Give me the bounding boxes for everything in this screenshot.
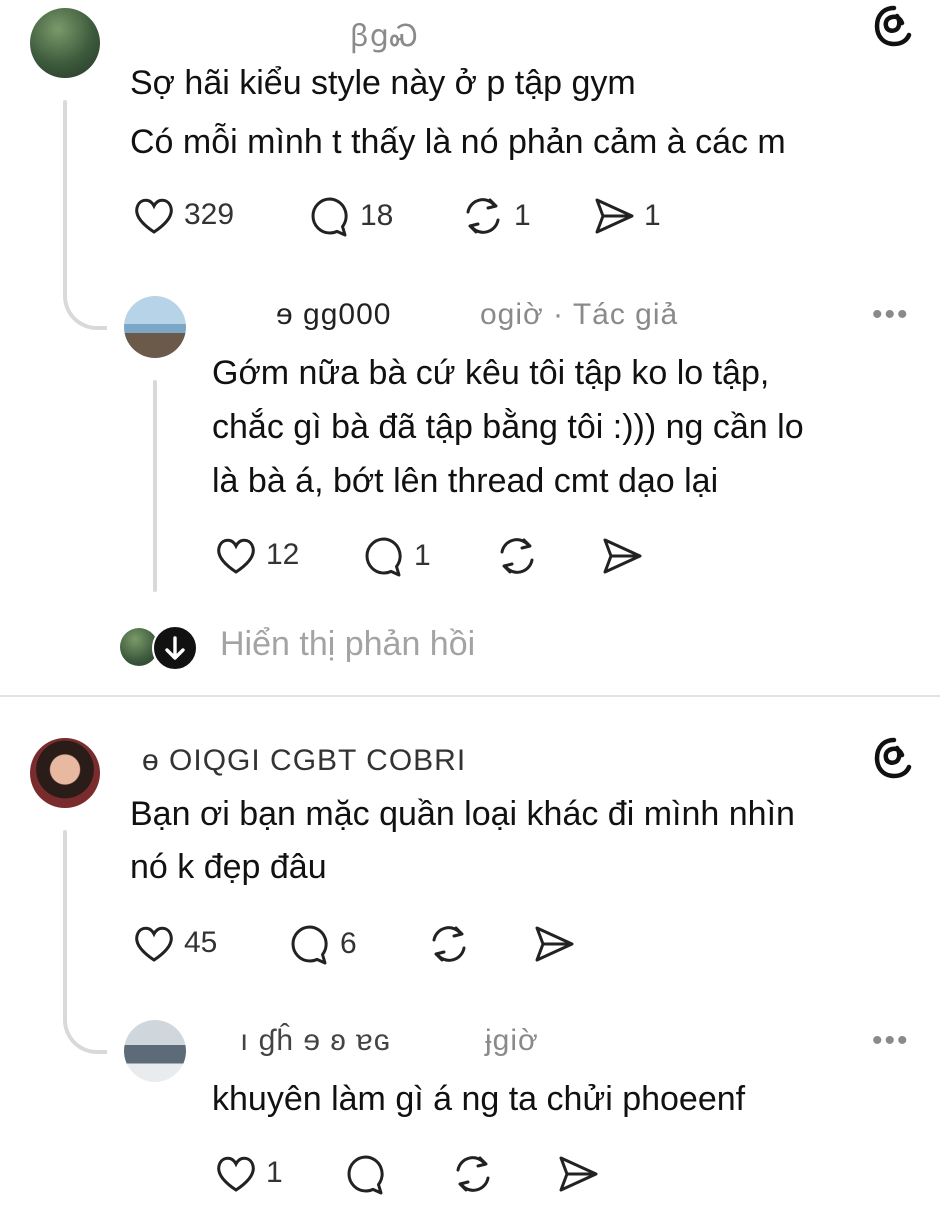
share-icon	[535, 926, 574, 962]
share-icon	[559, 1156, 598, 1192]
more-options-button[interactable]: •••	[872, 1024, 910, 1058]
reply-button[interactable]: 18	[308, 194, 393, 238]
reply-button[interactable]: 1	[362, 534, 431, 578]
reply-meta: ogiờ · Tác giả	[480, 298, 679, 331]
avatar[interactable]	[124, 296, 186, 358]
comment-icon	[347, 1155, 384, 1195]
comment-line: Bạn ơi bạn mặc quần loại khác đi mình nh…	[130, 795, 795, 833]
heart-icon	[135, 926, 173, 962]
comment-line: nó k đẹp đâu	[130, 848, 327, 886]
username[interactable]: ı ɠĥ ɘ ʚ ɐɢ	[240, 1024, 391, 1058]
thread-line	[153, 380, 157, 592]
reply-line: Gớm nữa bà cứ kêu tôi tập ko lo tập,	[212, 354, 770, 392]
username[interactable]: ɵ OIQGI CGBT COBRI	[142, 744, 466, 778]
share-count: 1	[644, 199, 661, 232]
reply-connector	[63, 240, 107, 330]
thread-line	[63, 100, 67, 250]
expand-replies-icon[interactable]	[152, 625, 198, 671]
repost-button[interactable]	[426, 922, 472, 966]
comment-line: Sợ hãi kiểu style này ở p tập gym	[130, 64, 636, 102]
threads-logo-icon[interactable]	[872, 4, 916, 48]
reply-count: 1	[414, 539, 431, 572]
reply-meta: ɉgiờ	[485, 1024, 539, 1057]
like-count: 12	[266, 538, 300, 571]
share-icon	[603, 538, 642, 574]
repost-button[interactable]: 1	[460, 194, 531, 238]
avatar[interactable]	[30, 8, 100, 78]
repost-icon	[432, 926, 466, 962]
divider	[0, 695, 940, 697]
share-button[interactable]	[532, 922, 576, 966]
like-count: 1	[266, 1156, 283, 1189]
comment-icon	[365, 537, 402, 577]
share-button[interactable]: 1	[592, 194, 661, 238]
like-count: 45	[184, 926, 218, 959]
like-button[interactable]: 1	[214, 1152, 283, 1194]
like-button[interactable]: 329	[132, 194, 234, 236]
comment-icon	[311, 197, 348, 237]
threads-logo-icon[interactable]	[872, 736, 916, 780]
repost-icon	[466, 198, 500, 234]
comment-icon	[291, 925, 328, 965]
repost-button[interactable]	[450, 1152, 496, 1196]
reply-count: 6	[340, 927, 357, 960]
like-count: 329	[184, 198, 235, 231]
reply-count: 18	[360, 199, 394, 232]
username[interactable]: ꞵցᏍ	[350, 14, 419, 55]
reply-line: khuyên làm gì á ng ta chửi phoeenf	[212, 1080, 746, 1118]
avatar[interactable]	[124, 1020, 186, 1082]
reply-line: là bà á, bớt lên thread cmt dạo lại	[212, 462, 719, 500]
repost-button[interactable]	[494, 534, 540, 578]
reply-line: chắc gì bà đã tập bằng tôi :))) ng cần l…	[212, 408, 804, 446]
more-options-button[interactable]: •••	[872, 298, 910, 332]
comment-line: Có mỗi mình t thấy là nó phản cảm à các …	[130, 123, 786, 161]
username[interactable]: ɘ ɡɡ000	[276, 298, 391, 332]
share-button[interactable]	[556, 1152, 600, 1196]
reply-button[interactable]	[344, 1152, 388, 1196]
heart-icon	[135, 198, 173, 234]
thread-line	[63, 830, 67, 970]
share-button[interactable]	[600, 534, 644, 578]
avatar[interactable]	[30, 738, 100, 808]
reply-button[interactable]: 6	[288, 922, 357, 966]
share-icon	[595, 198, 634, 234]
like-button[interactable]: 45	[132, 922, 217, 964]
like-button[interactable]: 12	[214, 534, 299, 576]
reply-connector	[63, 960, 107, 1054]
show-replies-link[interactable]: Hiển thị phản hồi	[220, 625, 475, 664]
heart-icon	[217, 538, 255, 574]
repost-count: 1	[514, 199, 531, 232]
repost-icon	[456, 1156, 490, 1192]
repost-icon	[500, 538, 534, 574]
heart-icon	[217, 1156, 255, 1192]
